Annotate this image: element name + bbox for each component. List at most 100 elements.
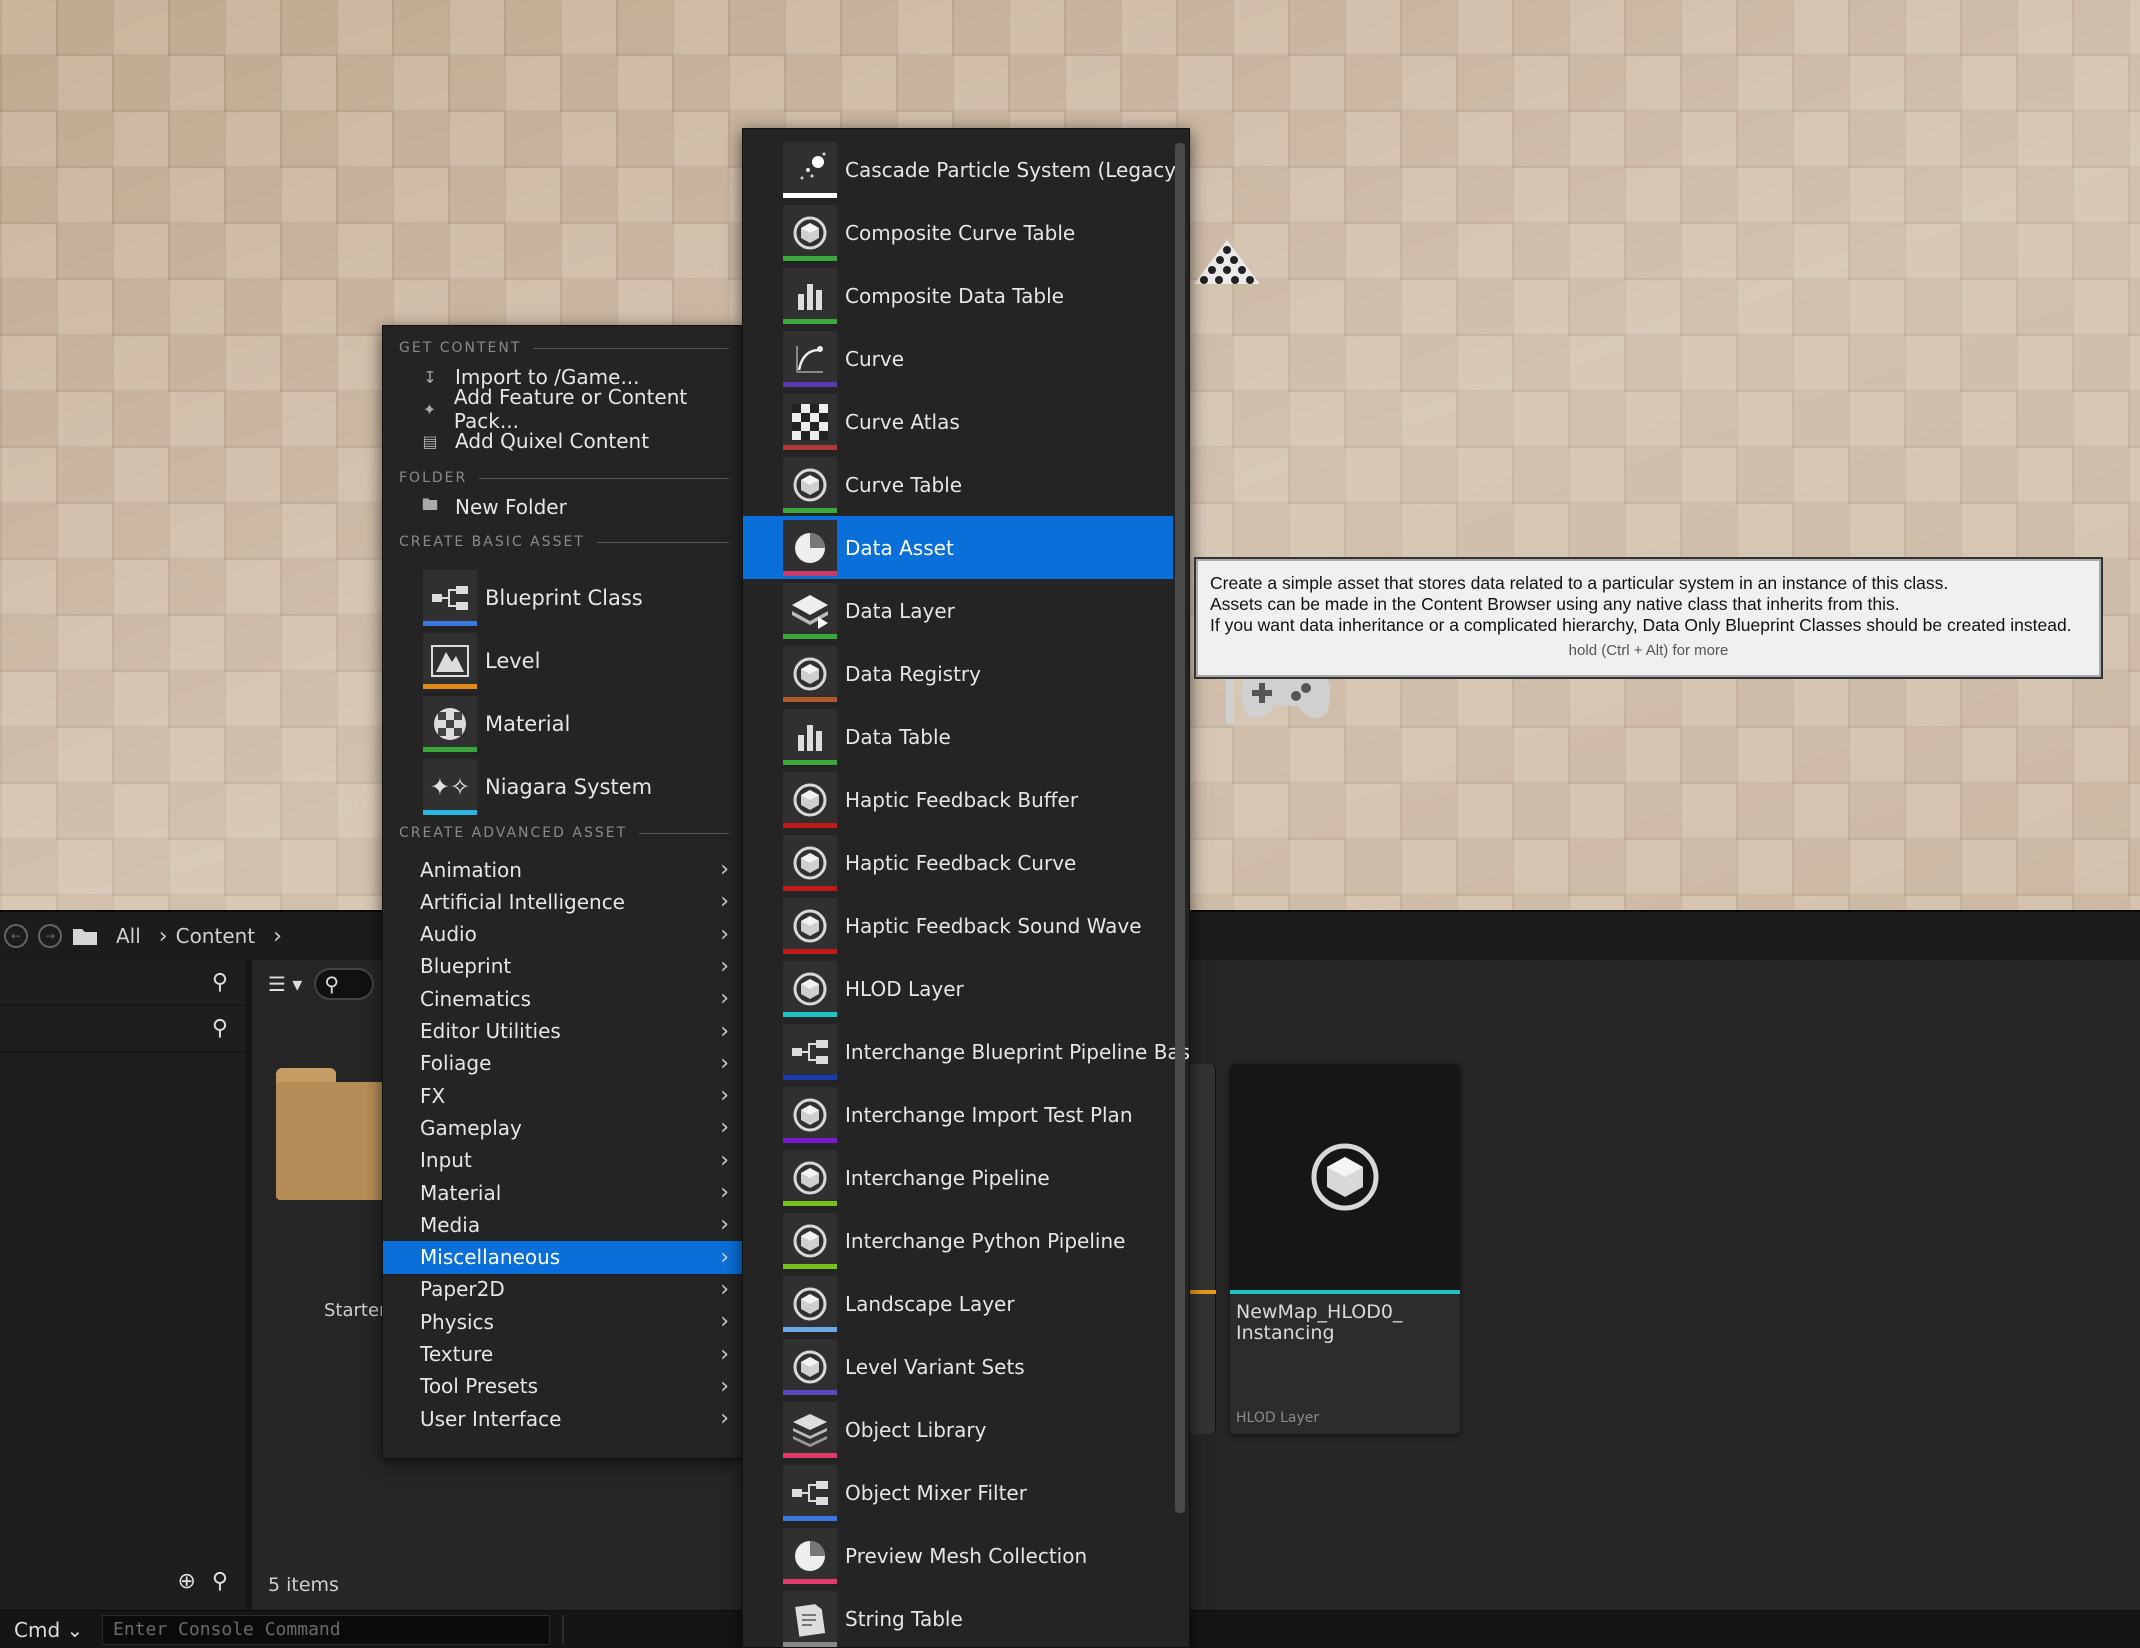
submenu-item-interchange-python-pipeline[interactable]: Interchange Python Pipeline — [743, 1209, 1173, 1272]
advanced-category-blueprint[interactable]: Blueprint › — [383, 950, 743, 983]
submenu-item-data-layer[interactable]: Data Layer — [743, 579, 1173, 642]
submenu-item-curve-atlas[interactable]: Curve Atlas — [743, 390, 1173, 453]
breadcrumb-all[interactable]: All — [116, 924, 141, 948]
submenu-item-string-table[interactable]: String Table — [743, 1587, 1173, 1647]
menu-item-label: User Interface — [420, 1406, 562, 1431]
submenu-item-curve[interactable]: Curve — [743, 327, 1173, 390]
submenu-item-data-registry[interactable]: Data Registry — [743, 642, 1173, 705]
menu-item-label: Level Variant Sets — [845, 1354, 1025, 1379]
new-folder-menu-item[interactable]: 🖿 New Folder — [419, 492, 567, 522]
submenu-item-composite-curve-table[interactable]: Composite Curve Table — [743, 201, 1173, 264]
add-feature-pack-menu-item[interactable]: ✦ Add Feature or Content Pack... — [419, 385, 743, 433]
search-icon: ⚲ — [324, 972, 339, 996]
menu-item-label: Level — [485, 649, 541, 673]
asset-tile-hlod-layer[interactable]: NewMap_HLOD0_ Instancing HLOD Layer — [1230, 1064, 1460, 1434]
asset-type-bar — [783, 822, 837, 828]
submenu-item-interchange-pipeline[interactable]: Interchange Pipeline — [743, 1146, 1173, 1209]
asset-type-bar — [783, 318, 837, 324]
blueprint-class-menu-item[interactable]: Blueprint Class — [423, 570, 723, 626]
asset-type-bar — [783, 633, 837, 639]
miscellaneous-submenu: Cascade Particle System (Legacy) Composit… — [742, 128, 1190, 1648]
section-header-get-content: GET CONTENT — [399, 338, 729, 358]
submenu-item-interchange-blueprint-pipeline-base[interactable]: Interchange Blueprint Pipeline Base — [743, 1020, 1189, 1083]
asset-type-bar — [783, 1326, 837, 1332]
chevron-right-icon[interactable]: › — [273, 924, 282, 949]
add-collection-icon[interactable]: ⊕ — [177, 1569, 195, 1594]
advanced-category-user-interface[interactable]: User Interface › — [383, 1402, 743, 1435]
level-menu-item[interactable]: Level — [423, 633, 723, 689]
tooltip-line: Create a simple asset that stores data r… — [1210, 573, 1949, 593]
folder-tile[interactable] — [276, 1060, 386, 1210]
advanced-category-editor-utilities[interactable]: Editor Utilities › — [383, 1015, 743, 1048]
advanced-category-fx[interactable]: FX › — [383, 1079, 743, 1112]
asset-tile[interactable] — [1186, 1064, 1216, 1434]
advanced-category-texture[interactable]: Texture › — [383, 1338, 743, 1371]
submenu-item-haptic-feedback-buffer[interactable]: Haptic Feedback Buffer — [743, 768, 1173, 831]
advanced-category-input[interactable]: Input › — [383, 1144, 743, 1177]
submenu-item-level-variant-sets[interactable]: Level Variant Sets — [743, 1335, 1173, 1398]
particle-icon — [783, 141, 837, 198]
submenu-scrollbar[interactable] — [1175, 143, 1185, 1513]
menu-item-label: Cascade Particle System (Legacy) — [845, 157, 1184, 182]
asset-type-label: HLOD Layer — [1236, 1410, 1320, 1426]
forward-icon[interactable]: → — [38, 924, 62, 948]
curve-icon — [783, 330, 837, 387]
submenu-item-data-table[interactable]: Data Table — [743, 705, 1173, 768]
advanced-category-artificial-intelligence[interactable]: Artificial Intelligence › — [383, 885, 743, 918]
menu-item-label: Input — [420, 1148, 472, 1173]
chevron-right-icon: › — [720, 1309, 729, 1335]
advanced-category-cinematics[interactable]: Cinematics › — [383, 982, 743, 1015]
niagara-system-menu-item[interactable]: ✦✧ Niagara System — [423, 759, 723, 815]
advanced-category-media[interactable]: Media › — [383, 1208, 743, 1241]
feature-pack-icon: ✦ — [422, 399, 437, 419]
submenu-item-object-library[interactable]: Object Library — [743, 1398, 1173, 1461]
search-icon[interactable]: ⚲ — [212, 1569, 228, 1594]
menu-item-label: Miscellaneous — [420, 1245, 561, 1270]
divider — [562, 1615, 564, 1645]
search-icon[interactable]: ⚲ — [212, 1016, 228, 1041]
submenu-item-data-asset[interactable]: Data Asset — [743, 516, 1173, 579]
menu-item-label: Curve — [845, 346, 905, 371]
particle-emitter-actor-icon[interactable] — [1190, 236, 1264, 288]
advanced-category-animation[interactable]: Animation › — [383, 853, 743, 886]
menu-item-label: Data Table — [845, 724, 951, 749]
advanced-category-miscellaneous[interactable]: Miscellaneous › — [383, 1240, 743, 1274]
cube-icon — [783, 456, 837, 513]
chevron-right-icon[interactable]: › — [159, 924, 168, 949]
folders-search-row: ⚲ — [0, 1006, 246, 1052]
submenu-item-haptic-feedback-sound-wave[interactable]: Haptic Feedback Sound Wave — [743, 894, 1173, 957]
back-icon[interactable]: ← — [4, 924, 28, 948]
submenu-item-haptic-feedback-curve[interactable]: Haptic Feedback Curve — [743, 831, 1173, 894]
advanced-category-audio[interactable]: Audio › — [383, 918, 743, 951]
advanced-category-gameplay[interactable]: Gameplay › — [383, 1111, 743, 1144]
submenu-item-landscape-layer[interactable]: Landscape Layer — [743, 1272, 1173, 1335]
submenu-item-preview-mesh-collection[interactable]: Preview Mesh Collection — [743, 1524, 1173, 1587]
sources-panel: ⚲ ⚲ ⊕ ⚲ — [0, 960, 246, 1610]
search-icon[interactable]: ⚲ — [212, 970, 228, 995]
material-menu-item[interactable]: Material — [423, 696, 723, 752]
submenu-item-object-mixer-filter[interactable]: Object Mixer Filter — [743, 1461, 1173, 1524]
menu-item-label: Physics — [420, 1309, 494, 1334]
add-quixel-menu-item[interactable]: ▤ Add Quixel Content — [419, 426, 649, 456]
advanced-category-physics[interactable]: Physics › — [383, 1305, 743, 1338]
collections-toolbar: ⊕ ⚲ — [0, 1558, 246, 1604]
asset-type-bar — [783, 381, 837, 387]
asset-type-bar — [783, 1452, 837, 1458]
advanced-category-tool-presets[interactable]: Tool Presets › — [383, 1370, 743, 1403]
submenu-item-interchange-import-test-plan[interactable]: Interchange Import Test Plan — [743, 1083, 1173, 1146]
advanced-category-foliage[interactable]: Foliage › — [383, 1047, 743, 1080]
console-input[interactable]: Enter Console Command — [102, 1614, 550, 1645]
submenu-item-curve-table[interactable]: Curve Table — [743, 453, 1173, 516]
submenu-item-hlod-layer[interactable]: HLOD Layer — [743, 957, 1173, 1020]
filter-icon[interactable]: ☰ ▾ — [268, 972, 302, 996]
bar-chart-icon — [783, 267, 837, 324]
advanced-category-material[interactable]: Material › — [383, 1176, 743, 1209]
breadcrumb-content[interactable]: Content — [176, 924, 256, 948]
cmd-dropdown[interactable]: Cmd ⌄ — [0, 1618, 92, 1642]
asset-search-input[interactable]: ⚲ — [314, 968, 375, 1000]
menu-item-label: Interchange Pipeline — [845, 1165, 1050, 1190]
blueprint-icon — [423, 570, 477, 626]
submenu-item-cascade-particle-system-legacy[interactable]: Cascade Particle System (Legacy) — [743, 138, 1184, 201]
submenu-item-composite-data-table[interactable]: Composite Data Table — [743, 264, 1173, 327]
advanced-category-paper2d[interactable]: Paper2D › — [383, 1273, 743, 1306]
